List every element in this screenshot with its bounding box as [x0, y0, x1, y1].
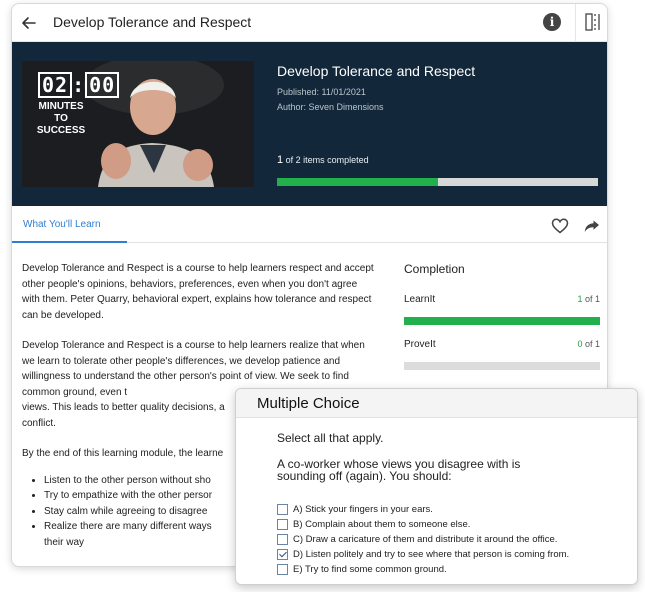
completion-count: 0 of 1	[577, 339, 600, 349]
tab-what-youll-learn[interactable]: What You'll Learn	[12, 206, 127, 243]
completion-row-learnit: LearnIt 1 of 1	[404, 294, 600, 310]
dialog-header: Multiple Choice	[236, 389, 637, 418]
video-thumbnail[interactable]: 02:00 MINUTES TO SUCCESS	[22, 61, 254, 187]
proveit-progress-bar	[404, 362, 600, 370]
completion-row-proveit: ProveIt 0 of 1	[404, 339, 600, 355]
tab-bar: What You'll Learn	[12, 206, 607, 243]
course-author: Author: Seven Dimensions	[277, 102, 384, 112]
learnit-progress-bar	[404, 317, 600, 325]
course-hero: 02:00 MINUTES TO SUCCESS Develop Toleran…	[12, 42, 607, 206]
completion-label: ProveIt	[404, 339, 436, 350]
items-completed-label: of 2 items completed	[283, 155, 369, 165]
split-view-icon	[585, 13, 600, 31]
checkbox-icon[interactable]	[277, 519, 288, 530]
caption-line: MINUTES	[38, 101, 84, 112]
checkbox-icon[interactable]	[277, 504, 288, 515]
timer-badge: 02:00	[38, 72, 120, 98]
top-bar: Develop Tolerance and Respect i	[12, 4, 607, 42]
completion-count: 1 of 1	[577, 294, 600, 304]
split-view-button[interactable]	[575, 4, 607, 42]
option-label: A) Stick your fingers in your ears.	[293, 504, 433, 515]
back-arrow-icon[interactable]	[18, 12, 40, 34]
completion-total: of 1	[582, 294, 600, 304]
checkbox-icon[interactable]	[277, 549, 288, 560]
share-icon[interactable]	[584, 220, 600, 238]
dialog-title: Multiple Choice	[257, 395, 360, 412]
timer-caption: MINUTES TO SUCCESS	[34, 101, 88, 137]
completion-title: Completion	[404, 262, 465, 276]
question-instruction: Select all that apply.	[277, 431, 384, 445]
option-label: D) Listen politely and try to see where …	[293, 549, 570, 560]
timer-minutes: 02	[38, 72, 73, 98]
completion-panel: Completion LearnIt 1 of 1 ProveIt 0 of 1	[404, 262, 600, 370]
completion-total: of 1	[582, 339, 600, 349]
course-progress-fill	[277, 178, 438, 186]
completion-label: LearnIt	[404, 294, 436, 305]
multiple-choice-dialog: Multiple Choice Select all that apply. A…	[235, 388, 638, 585]
items-completed-text: 1 of 2 items completed	[277, 154, 369, 166]
course-title: Develop Tolerance and Respect	[277, 63, 476, 79]
option-label: E) Try to find some common ground.	[293, 564, 447, 575]
learnit-progress-fill	[404, 317, 600, 325]
caption-line: SUCCESS	[36, 125, 86, 136]
caption-line: TO	[54, 113, 68, 124]
checkbox-icon[interactable]	[277, 534, 288, 545]
info-icon[interactable]: i	[543, 13, 561, 31]
checkbox-icon[interactable]	[277, 564, 288, 575]
description-paragraph: Develop Tolerance and Respect is a cours…	[22, 263, 374, 321]
published-date: Published: 11/01/2021	[277, 87, 366, 97]
page-title: Develop Tolerance and Respect	[53, 14, 252, 30]
question-line: sounding off (again). You should:	[277, 469, 452, 483]
heart-icon[interactable]	[551, 218, 569, 239]
question-text: A co-worker whose views you disagree wit…	[277, 458, 577, 482]
option-label: C) Draw a caricature of them and distrib…	[293, 534, 558, 545]
course-progress-bar	[277, 178, 598, 186]
option-label: B) Complain about them to someone else.	[293, 519, 471, 530]
timer-seconds: 00	[85, 72, 120, 98]
